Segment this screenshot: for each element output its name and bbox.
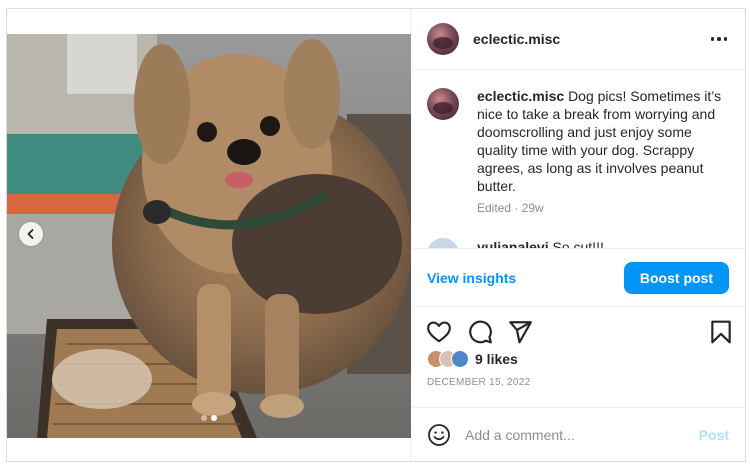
post-date[interactable]: DECEMBER 15, 2022 bbox=[427, 377, 530, 388]
caption: eclectic.misc Dog pics! Sometimes it’s n… bbox=[427, 87, 737, 215]
insights-bar: View insights Boost post bbox=[411, 249, 745, 307]
carousel-indicator bbox=[7, 415, 410, 421]
comment-username[interactable]: yulianalevi bbox=[477, 239, 549, 248]
add-comment-bar: Post bbox=[411, 407, 745, 461]
post-photo[interactable] bbox=[7, 34, 411, 438]
heart-icon[interactable] bbox=[426, 319, 452, 345]
emoji-icon[interactable] bbox=[427, 423, 451, 447]
post-details-panel: eclectic.misc eclectic.misc Dog pics! So… bbox=[411, 9, 745, 461]
author-username[interactable]: eclectic.misc bbox=[473, 31, 560, 47]
comment-item: yulianalevi So cut!!! bbox=[427, 238, 604, 249]
avatar[interactable] bbox=[427, 23, 459, 55]
post-comment-button[interactable]: Post bbox=[699, 427, 729, 443]
comment-input[interactable] bbox=[465, 426, 699, 443]
previous-slide-button[interactable] bbox=[19, 222, 43, 246]
caption-text: eclectic.misc Dog pics! Sometimes it’s n… bbox=[477, 87, 729, 195]
liker-avatars bbox=[427, 350, 469, 368]
more-options-icon[interactable] bbox=[707, 29, 731, 49]
comment-avatar[interactable] bbox=[427, 238, 459, 248]
comment-text: yulianalevi So cut!!! bbox=[477, 238, 604, 249]
bookmark-icon[interactable] bbox=[708, 319, 734, 345]
media-pane bbox=[7, 9, 411, 461]
boost-post-button[interactable]: Boost post bbox=[623, 261, 729, 294]
chevron-left-icon bbox=[27, 229, 34, 239]
share-icon[interactable] bbox=[507, 319, 533, 345]
carousel-dot-active bbox=[210, 415, 217, 421]
likes-row: 9 likes bbox=[427, 350, 518, 368]
likes-count[interactable]: 9 likes bbox=[475, 351, 518, 367]
comments-section[interactable]: eclectic.misc Dog pics! Sometimes it’s n… bbox=[411, 70, 745, 249]
caption-avatar[interactable] bbox=[427, 88, 459, 120]
post-actions: 9 likes DECEMBER 15, 2022 bbox=[411, 307, 745, 407]
liker-avatar[interactable] bbox=[451, 350, 469, 368]
caption-meta: Edited · 29w bbox=[477, 201, 544, 215]
comment-body: So cut!!! bbox=[552, 239, 604, 249]
carousel-dot bbox=[200, 415, 207, 421]
caption-username[interactable]: eclectic.misc bbox=[477, 88, 564, 104]
post-card: eclectic.misc eclectic.misc Dog pics! So… bbox=[6, 8, 746, 462]
view-insights-link[interactable]: View insights bbox=[427, 270, 516, 286]
post-header: eclectic.misc bbox=[411, 9, 745, 70]
comment-icon[interactable] bbox=[467, 319, 493, 345]
